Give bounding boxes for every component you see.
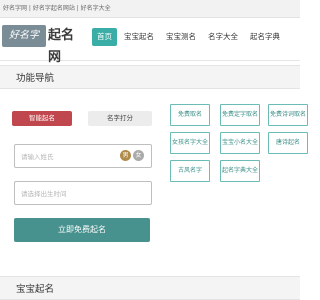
tab-name-scoring[interactable]: 名字打分 [88,111,152,126]
logo-text: 起名网 [48,28,75,65]
link-girl-names[interactable]: 女孩名字大全 [170,132,210,154]
link-baby-nicknames[interactable]: 宝宝小名大全 [220,132,260,154]
section-baby-naming: 宝宝起名 [0,276,300,300]
tab-smart-naming[interactable]: 智能起名 [12,111,72,126]
link-naming-dictionary[interactable]: 起名字典大全 [220,160,260,182]
section-title: 宝宝起名 [16,284,55,295]
nav-item-home[interactable]: 首页 [92,28,117,46]
surname-input[interactable]: 请输入姓氏 男 女 [14,144,152,168]
nav-item-baby-name-test[interactable]: 宝宝测名 [161,28,201,46]
section-function-nav: 功能导航 [0,65,300,89]
nav-item-name-collection[interactable]: 名字大全 [203,28,243,46]
nav-item-baby-naming[interactable]: 宝宝起名 [119,28,159,46]
link-fixed-char-naming[interactable]: 免费定字取名 [220,104,260,126]
link-ancient-style-names[interactable]: 古风名字 [170,160,210,182]
link-tang-poetry-naming[interactable]: 唐诗起名 [268,132,308,154]
link-poetry-naming[interactable]: 免费诗词取名 [268,104,308,126]
nav-item-name-dictionary[interactable]: 起名字典 [245,28,285,46]
free-naming-submit-button[interactable]: 立即免费起名 [14,218,150,242]
birth-time-input[interactable]: 请选择出生时间 [14,181,152,205]
site-logo[interactable]: 好名字 起名网 [2,25,78,65]
surname-placeholder: 请输入姓氏 [21,153,54,161]
section-title: 功能导航 [16,73,55,84]
top-bar-text: 好名字网 | 好名字起名网站 | 好名字大全 [3,5,111,12]
top-bar: 好名字网 | 好名字起名网站 | 好名字大全 [0,0,300,18]
header: 好名字 起名网 首页 宝宝起名 宝宝测名 名字大全 起名字典 [0,18,300,65]
main-nav: 首页 宝宝起名 宝宝测名 名字大全 起名字典 [92,28,287,46]
link-free-naming[interactable]: 免费取名 [170,104,210,126]
gender-female-button[interactable]: 女 [133,150,144,161]
birth-time-placeholder: 请选择出生时间 [21,190,67,198]
gender-male-button[interactable]: 男 [120,150,131,161]
logo-mark: 好名字 [2,25,46,47]
